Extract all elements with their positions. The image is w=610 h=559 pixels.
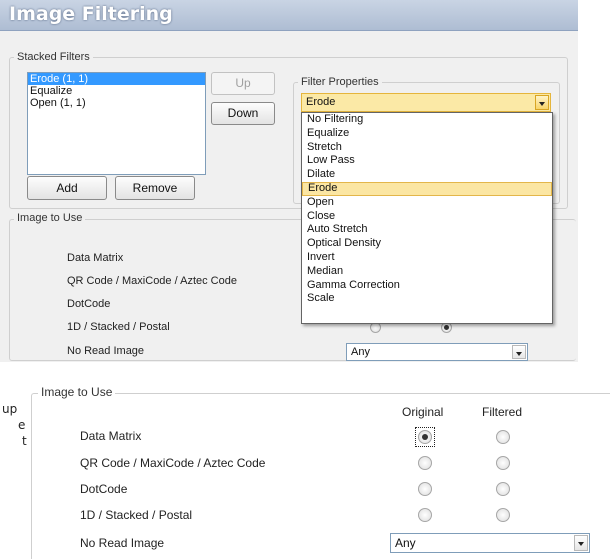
row-label-qr-code: QR Code / MaxiCode / Aztec Code	[67, 275, 237, 287]
no-read-image-combo-enlarged[interactable]: Any	[390, 533, 590, 553]
row-label-data-matrix: Data Matrix	[80, 429, 142, 443]
row-label-data-matrix: Data Matrix	[67, 252, 124, 264]
row-label-dotcode: DotCode	[67, 298, 111, 310]
cropped-side-text: e	[18, 418, 26, 432]
dropdown-option[interactable]: Invert	[302, 251, 552, 265]
filtered-radio-data-matrix[interactable]	[496, 430, 510, 444]
cropped-side-text: up	[2, 402, 18, 416]
dropdown-option[interactable]: Scale	[302, 292, 552, 306]
row-label-1d-stacked: 1D / Stacked / Postal	[67, 321, 170, 333]
remove-button[interactable]: Remove	[115, 176, 195, 200]
list-item[interactable]: Erode (1, 1)	[28, 73, 205, 85]
cropped-side-text: t	[22, 434, 27, 448]
list-item[interactable]: Open (1, 1)	[28, 97, 205, 109]
row-label-no-read-image: No Read Image	[80, 536, 165, 550]
dropdown-option[interactable]: Low Pass	[302, 154, 552, 168]
column-header-filtered: Filtered	[482, 405, 523, 419]
filtered-radio-dotcode[interactable]	[496, 482, 510, 496]
no-read-image-value: Any	[395, 536, 416, 550]
combo-dropdown-button[interactable]	[512, 345, 526, 359]
title-bar: Image Filtering	[0, 0, 578, 31]
dropdown-option[interactable]: Close	[302, 210, 552, 224]
original-radio-dotcode[interactable]	[418, 482, 432, 496]
no-read-image-value: Any	[351, 346, 370, 358]
chevron-down-icon	[578, 542, 584, 546]
image-filtering-panel: Image Filtering Stacked Filters Erode (1…	[0, 0, 578, 362]
dropdown-option[interactable]: Optical Density	[302, 237, 552, 251]
dropdown-option[interactable]: Median	[302, 265, 552, 279]
row-label-qr-code: QR Code / MaxiCode / Aztec Code	[80, 456, 266, 470]
row-label-1d-stacked: 1D / Stacked / Postal	[80, 508, 193, 522]
filter-properties-label: Filter Properties	[298, 76, 382, 88]
filter-type-value: Erode	[306, 96, 336, 108]
add-button[interactable]: Add	[27, 176, 107, 200]
stacked-filters-label: Stacked Filters	[14, 51, 93, 63]
dropdown-option-selected[interactable]: Erode	[302, 181, 552, 196]
chevron-down-icon	[516, 352, 522, 356]
dropdown-option[interactable]: Stretch	[302, 141, 552, 155]
dropdown-option[interactable]: Open	[302, 196, 552, 210]
dropdown-option[interactable]: Equalize	[302, 127, 552, 141]
up-button[interactable]: Up	[211, 72, 275, 95]
combo-dropdown-button[interactable]	[574, 535, 588, 551]
original-radio-data-matrix[interactable]	[418, 430, 432, 444]
column-header-original: Original	[402, 405, 444, 419]
original-radio-1d-stacked[interactable]	[418, 508, 432, 522]
row-label-no-read-image: No Read Image	[67, 345, 145, 357]
list-item[interactable]: Equalize	[28, 85, 205, 97]
filter-type-dropdown-list[interactable]: No Filtering Equalize Stretch Low Pass D…	[301, 112, 553, 324]
filtered-radio-1d-stacked[interactable]	[496, 508, 510, 522]
image-to-use-label: Image to Use	[14, 212, 86, 224]
combo-dropdown-button[interactable]	[535, 95, 549, 110]
filtered-radio-qr-code[interactable]	[496, 456, 510, 470]
image-to-use-label-enlarged: Image to Use	[38, 385, 116, 399]
filter-type-combo[interactable]: Erode	[301, 93, 551, 112]
dropdown-option[interactable]: No Filtering	[302, 113, 552, 127]
down-button[interactable]: Down	[211, 102, 275, 125]
page-title: Image Filtering	[9, 3, 173, 25]
stacked-filters-list[interactable]: Erode (1, 1) Equalize Open (1, 1)	[27, 72, 206, 175]
dropdown-option[interactable]: Gamma Correction	[302, 279, 552, 293]
chevron-down-icon	[539, 102, 545, 106]
no-read-image-combo[interactable]: Any	[346, 343, 528, 361]
dropdown-option[interactable]: Auto Stretch	[302, 223, 552, 237]
row-label-dotcode: DotCode	[80, 482, 128, 496]
dropdown-option[interactable]: Dilate	[302, 168, 552, 182]
original-radio-qr-code[interactable]	[418, 456, 432, 470]
